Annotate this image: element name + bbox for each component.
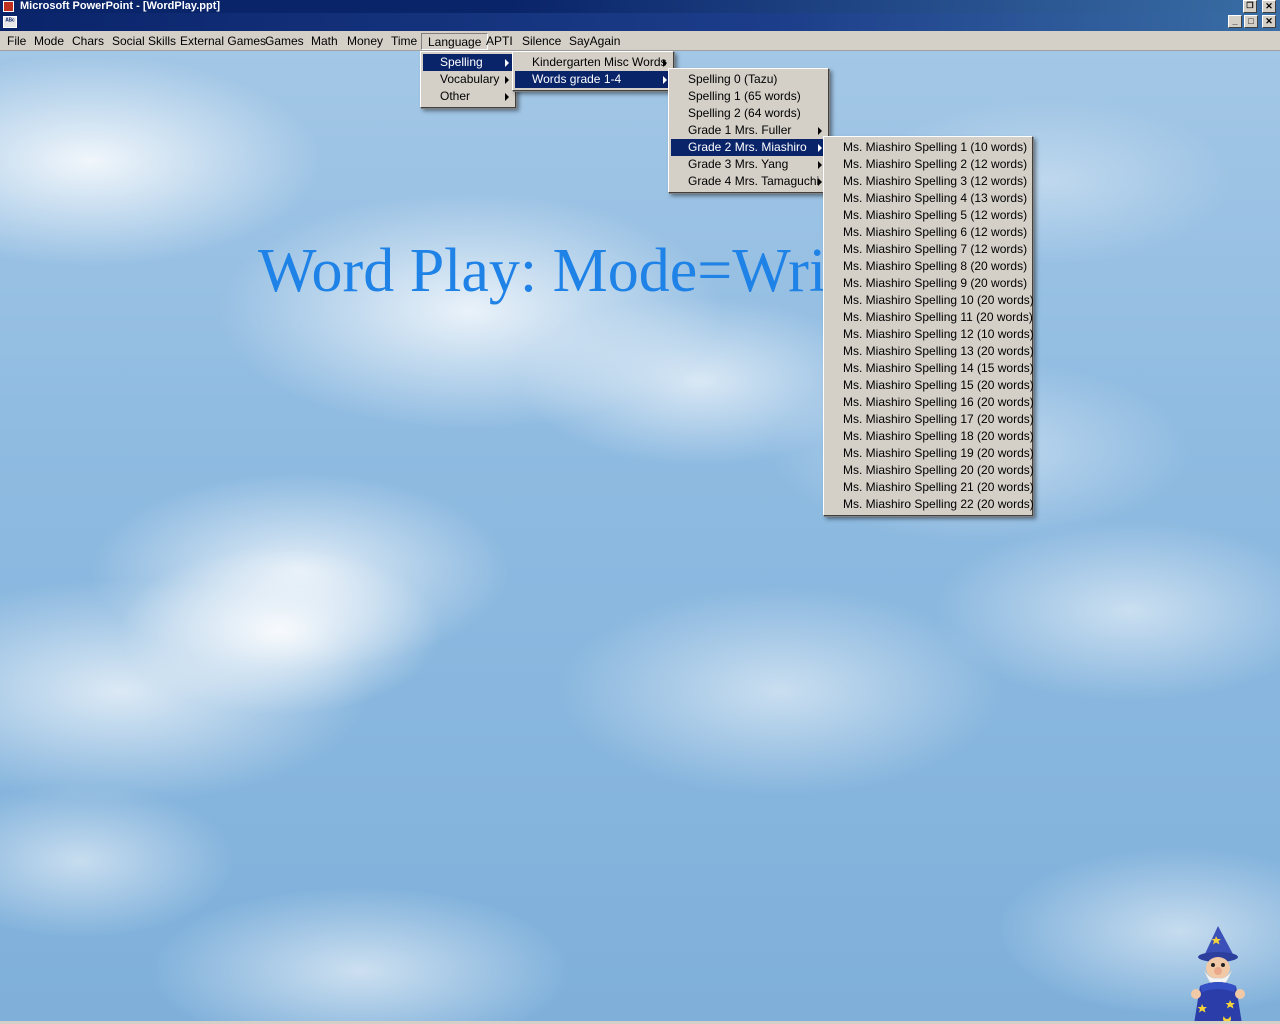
submenu-arrow-icon [818, 144, 822, 152]
menu-item-miashiro-spelling[interactable]: Ms. Miashiro Spelling 21 (20 words) [826, 479, 1034, 496]
app-restore-button[interactable]: ❐ [1243, 0, 1257, 13]
menu-item-grade-2-miashiro[interactable]: Grade 2 Mrs. Miashiro [671, 139, 826, 156]
submenu-arrow-icon [818, 178, 822, 186]
menu-bar: File Mode Chars Social Skills External G… [0, 31, 1280, 51]
doc-maximize-button[interactable]: □ [1244, 15, 1258, 28]
menu-item-miashiro-spelling[interactable]: Ms. Miashiro Spelling 22 (20 words) [826, 496, 1034, 513]
menu-item-grade-1-fuller[interactable]: Grade 1 Mrs. Fuller [671, 122, 826, 139]
menu-chars[interactable]: Chars [66, 33, 110, 50]
menu-item-miashiro-spelling[interactable]: Ms. Miashiro Spelling 5 (12 words) [826, 207, 1030, 224]
menu-item-spelling-2[interactable]: Spelling 2 (64 words) [671, 105, 826, 122]
menu-games[interactable]: Games [259, 33, 310, 50]
menu-item-miashiro-spelling[interactable]: Ms. Miashiro Spelling 19 (20 words) [826, 445, 1034, 462]
menu-item-miashiro-spelling[interactable]: Ms. Miashiro Spelling 10 (20 words) [826, 292, 1034, 309]
app-close-button[interactable]: ✕ [1262, 0, 1276, 13]
menu-item-miashiro-spelling[interactable]: Ms. Miashiro Spelling 14 (15 words) [826, 360, 1034, 377]
grades-submenu: Spelling 0 (Tazu) Spelling 1 (65 words) … [668, 68, 829, 193]
menu-item-spelling-0[interactable]: Spelling 0 (Tazu) [671, 71, 826, 88]
submenu-arrow-icon [505, 59, 509, 67]
window-title: Microsoft PowerPoint - [WordPlay.ppt] [20, 0, 221, 12]
doc-close-button[interactable]: ✕ [1262, 15, 1276, 28]
submenu-arrow-icon [818, 161, 822, 169]
menu-item-miashiro-spelling[interactable]: Ms. Miashiro Spelling 6 (12 words) [826, 224, 1030, 241]
menu-sayagain[interactable]: SayAgain [563, 33, 626, 50]
menu-external-games[interactable]: External Games [174, 33, 272, 50]
submenu-arrow-icon [818, 127, 822, 135]
menu-item-words-grade-1-4[interactable]: Words grade 1-4 [515, 71, 671, 88]
document-title-bar[interactable]: ᴬᴮᶜ _ □ ✕ [0, 13, 1280, 31]
language-menu: Spelling Vocabulary Other [420, 51, 516, 108]
submenu-arrow-icon [663, 76, 667, 84]
menu-item-grade-4-tamaguchi[interactable]: Grade 4 Mrs. Tamaguchi [671, 173, 826, 190]
menu-item-miashiro-spelling[interactable]: Ms. Miashiro Spelling 9 (20 words) [826, 275, 1030, 292]
menu-item-vocabulary[interactable]: Vocabulary [423, 71, 513, 88]
powerpoint-icon[interactable] [3, 1, 14, 12]
menu-item-spelling[interactable]: Spelling [423, 54, 513, 71]
menu-item-miashiro-spelling[interactable]: Ms. Miashiro Spelling 20 (20 words) [826, 462, 1034, 479]
submenu-arrow-icon [663, 59, 667, 67]
submenu-arrow-icon [505, 93, 509, 101]
menu-item-other[interactable]: Other [423, 88, 513, 105]
menu-item-grade-3-yang[interactable]: Grade 3 Mrs. Yang [671, 156, 826, 173]
app-title-bar[interactable]: Microsoft PowerPoint - [WordPlay.ppt] ❐ … [0, 0, 1280, 13]
menu-language[interactable]: Language [421, 33, 489, 50]
slide-background: Word Play: Mode=Write [0, 51, 1280, 1024]
menu-item-miashiro-spelling[interactable]: Ms. Miashiro Spelling 8 (20 words) [826, 258, 1030, 275]
menu-item-kindergarten-misc-words[interactable]: Kindergarten Misc Words [515, 54, 671, 71]
menu-item-miashiro-spelling[interactable]: Ms. Miashiro Spelling 11 (20 words) [826, 309, 1033, 326]
submenu-arrow-icon [505, 76, 509, 84]
menu-time[interactable]: Time [385, 33, 423, 50]
menu-item-miashiro-spelling[interactable]: Ms. Miashiro Spelling 1 (10 words) [826, 139, 1030, 156]
menu-social-skills[interactable]: Social Skills [106, 33, 182, 50]
menu-math[interactable]: Math [305, 33, 344, 50]
menu-item-miashiro-spelling[interactable]: Ms. Miashiro Spelling 3 (12 words) [826, 173, 1030, 190]
slide-title: Word Play: Mode=Write [258, 237, 871, 305]
menu-item-miashiro-spelling[interactable]: Ms. Miashiro Spelling 7 (12 words) [826, 241, 1030, 258]
menu-item-miashiro-spelling[interactable]: Ms. Miashiro Spelling 13 (20 words) [826, 343, 1034, 360]
menu-money[interactable]: Money [341, 33, 389, 50]
doc-minimize-button[interactable]: _ [1228, 15, 1242, 28]
abc-document-icon[interactable]: ᴬᴮᶜ [3, 16, 17, 28]
wizard-assistant-icon[interactable] [1180, 926, 1256, 1024]
menu-silence[interactable]: Silence [516, 33, 567, 50]
menu-mode[interactable]: Mode [28, 33, 70, 50]
menu-item-miashiro-spelling[interactable]: Ms. Miashiro Spelling 12 (10 words) [826, 326, 1034, 343]
spelling-submenu: Kindergarten Misc Words Words grade 1-4 [512, 51, 674, 91]
menu-item-miashiro-spelling[interactable]: Ms. Miashiro Spelling 17 (20 words) [826, 411, 1034, 428]
menu-item-miashiro-spelling[interactable]: Ms. Miashiro Spelling 4 (13 words) [826, 190, 1030, 207]
menu-item-miashiro-spelling[interactable]: Ms. Miashiro Spelling 15 (20 words) [826, 377, 1034, 394]
menu-item-miashiro-spelling[interactable]: Ms. Miashiro Spelling 18 (20 words) [826, 428, 1034, 445]
menu-item-miashiro-spelling[interactable]: Ms. Miashiro Spelling 2 (12 words) [826, 156, 1030, 173]
menu-item-miashiro-spelling[interactable]: Ms. Miashiro Spelling 16 (20 words) [826, 394, 1034, 411]
miashiro-spelling-submenu: Ms. Miashiro Spelling 1 (10 words) Ms. M… [823, 136, 1034, 516]
menu-apti[interactable]: APTI [480, 33, 519, 50]
menu-item-spelling-1[interactable]: Spelling 1 (65 words) [671, 88, 826, 105]
